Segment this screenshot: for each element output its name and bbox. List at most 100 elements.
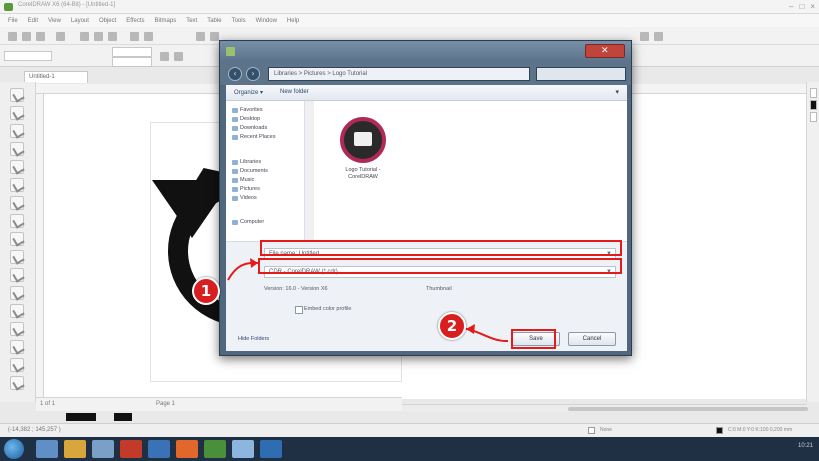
fill-tool-icon[interactable] (10, 376, 24, 390)
swatch-black[interactable] (810, 100, 817, 110)
export-icon[interactable] (210, 32, 219, 41)
ellipse-tool-icon[interactable] (10, 214, 24, 228)
menu-object[interactable]: Object (99, 18, 116, 24)
landscape-icon[interactable] (174, 52, 183, 61)
import-icon[interactable] (196, 32, 205, 41)
redo-icon[interactable] (144, 32, 153, 41)
maximize-icon[interactable]: □ (799, 2, 804, 12)
portrait-icon[interactable] (160, 52, 169, 61)
nav-item-libraries[interactable]: Libraries (231, 159, 261, 165)
zoom-tool-icon[interactable] (10, 142, 24, 156)
minimize-icon[interactable]: – (789, 2, 793, 12)
nav-item-desktop[interactable]: Desktop (231, 116, 260, 122)
nav-item-documents[interactable]: Documents (232, 168, 268, 174)
snap-icon[interactable] (640, 32, 649, 41)
nav-item-videos[interactable]: Videos (232, 195, 257, 201)
close-icon[interactable]: × (810, 2, 815, 12)
menu-effects[interactable]: Effects (126, 18, 144, 24)
swatch-none[interactable] (810, 88, 817, 98)
polygon-tool-icon[interactable] (10, 232, 24, 246)
thumbnail-label[interactable]: Thumbnail (426, 286, 452, 292)
smart-fill-tool-icon[interactable] (10, 178, 24, 192)
connector-tool-icon[interactable] (10, 304, 24, 318)
nav-pane-scrollbar[interactable] (304, 101, 314, 241)
paper-size-field[interactable] (4, 51, 52, 61)
save-icon[interactable] (36, 32, 45, 41)
nav-item-favorites[interactable]: Favorites (232, 107, 263, 113)
coreldraw-app-icon (4, 3, 13, 11)
menu-tools[interactable]: Tools (232, 18, 246, 24)
menu-file[interactable]: File (8, 18, 18, 24)
rectangle-tool-icon[interactable] (10, 196, 24, 210)
shape-tool-icon[interactable] (10, 106, 24, 120)
forward-icon[interactable]: › (246, 67, 260, 81)
parallel-dimension-tool-icon[interactable] (10, 286, 24, 300)
file-name-label[interactable]: Logo Tutorial - CorelDRAW (332, 167, 394, 181)
back-icon[interactable]: ‹ (228, 67, 242, 81)
nav-item-downloads[interactable]: Downloads (231, 125, 267, 131)
views-dropdown[interactable]: ▾ (615, 88, 619, 96)
width-field[interactable] (112, 47, 152, 57)
new-folder-button[interactable]: New folder (280, 89, 309, 95)
copy-icon[interactable] (94, 32, 103, 41)
swatch-black-doc-2[interactable] (114, 413, 132, 421)
word2-taskbar-icon[interactable] (260, 440, 282, 458)
hide-folders-button[interactable]: Hide Folders (238, 336, 269, 342)
system-clock[interactable]: 10:21 (798, 443, 813, 449)
ie-taskbar-icon[interactable] (36, 440, 58, 458)
explorer-taskbar-icon[interactable] (64, 440, 86, 458)
search-input[interactable] (536, 67, 626, 81)
page-count[interactable]: 1 of 1 (40, 401, 55, 407)
status-bar: (-14,382 ; 145,257 ) None C:0 M:0 Y:0 K:… (0, 423, 819, 437)
scrollbar-thumb[interactable] (568, 407, 808, 411)
word-taskbar-icon[interactable] (148, 440, 170, 458)
menu-edit[interactable]: Edit (28, 18, 38, 24)
dialog-app-icon (226, 47, 235, 56)
cut-icon[interactable] (80, 32, 89, 41)
dialog-titlebar[interactable] (220, 41, 631, 63)
app-taskbar-icon[interactable] (176, 440, 198, 458)
nav-item-computer[interactable]: Computer (231, 219, 264, 225)
drop-shadow-tool-icon[interactable] (10, 322, 24, 336)
organize-button[interactable]: Organize ▾ (234, 89, 263, 96)
options-icon[interactable] (654, 32, 663, 41)
eyedropper-tool-icon[interactable] (10, 358, 24, 372)
height-field[interactable] (112, 57, 152, 67)
dialog-close-button[interactable] (585, 44, 625, 58)
horizontal-scrollbar[interactable] (402, 404, 808, 412)
menu-table[interactable]: Table (207, 18, 221, 24)
embed-color-profile-checkbox[interactable]: Embed color profile (294, 306, 351, 314)
swatch-white[interactable] (810, 112, 817, 122)
basic-shapes-tool-icon[interactable] (10, 250, 24, 264)
open-icon[interactable] (22, 32, 31, 41)
menu-bitmaps[interactable]: Bitmaps (155, 18, 177, 24)
menu-text[interactable]: Text (186, 18, 197, 24)
photos-taskbar-icon[interactable] (232, 440, 254, 458)
swatch-black-doc[interactable] (66, 413, 96, 421)
start-button[interactable] (4, 439, 24, 459)
nav-item-pictures[interactable]: Pictures (232, 186, 260, 192)
chrome-taskbar-icon[interactable] (120, 440, 142, 458)
freehand-tool-icon[interactable] (10, 160, 24, 174)
cancel-button[interactable]: Cancel (568, 332, 616, 346)
page-tab[interactable]: Page 1 (156, 401, 175, 407)
coreldraw-file-icon[interactable] (340, 117, 386, 163)
menu-view[interactable]: View (48, 18, 61, 24)
print-icon[interactable] (56, 32, 65, 41)
nav-item-recent[interactable]: Recent Places (231, 134, 275, 140)
new-icon[interactable] (8, 32, 17, 41)
menu-window[interactable]: Window (256, 18, 277, 24)
transparency-tool-icon[interactable] (10, 340, 24, 354)
media-taskbar-icon[interactable] (92, 440, 114, 458)
nav-item-music[interactable]: Music (231, 177, 254, 183)
undo-icon[interactable] (130, 32, 139, 41)
coreldraw-taskbar-icon[interactable] (204, 440, 226, 458)
pick-tool-icon[interactable] (10, 88, 24, 102)
menu-layout[interactable]: Layout (71, 18, 89, 24)
paste-icon[interactable] (108, 32, 117, 41)
address-bar[interactable]: Libraries > Pictures > Logo Tutorial (268, 67, 530, 81)
text-tool-icon[interactable] (10, 268, 24, 282)
crop-tool-icon[interactable] (10, 124, 24, 138)
menu-help[interactable]: Help (287, 18, 299, 24)
version-label[interactable]: Version: 16.0 - Version X6 (264, 286, 328, 292)
